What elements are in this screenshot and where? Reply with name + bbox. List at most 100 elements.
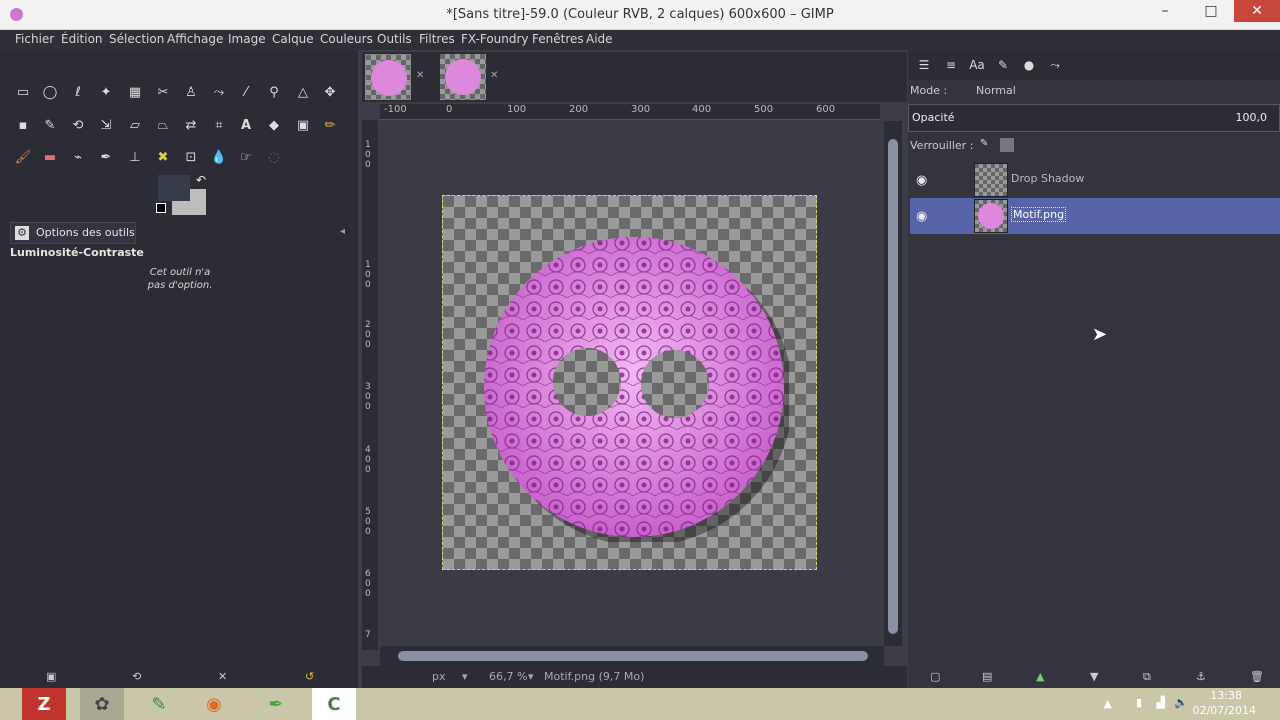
ink-icon[interactable]: ✒ bbox=[95, 146, 117, 168]
menu-outils[interactable]: Outils bbox=[377, 32, 412, 46]
close-button[interactable]: ✕ bbox=[1234, 0, 1280, 22]
shear-icon[interactable]: ▱ bbox=[124, 114, 146, 136]
fuzzy-select-icon[interactable]: ✦ bbox=[95, 81, 117, 103]
close-tab-1-icon[interactable]: ✕ bbox=[416, 70, 424, 81]
scissors-icon[interactable]: ✂ bbox=[152, 81, 174, 103]
layer-row-motif[interactable]: ◉ Motif.png bbox=[910, 198, 1280, 234]
visibility-eye-icon[interactable]: ◉ bbox=[916, 173, 927, 188]
tray-expand-icon[interactable]: ▲ bbox=[1104, 697, 1112, 710]
delete-options-icon[interactable]: ✕ bbox=[218, 670, 227, 683]
filezilla-icon[interactable]: Z bbox=[22, 688, 66, 720]
zoom-icon[interactable]: ⚲ bbox=[263, 81, 285, 103]
opacity-slider[interactable]: Opacité 100,0 bbox=[908, 104, 1280, 132]
menu-calque[interactable]: Calque bbox=[272, 32, 314, 46]
menu-fx-foundry[interactable]: FX-Foundry bbox=[461, 32, 529, 46]
tab-gradient-icon[interactable]: ● bbox=[1017, 54, 1041, 76]
layer-row-drop-shadow[interactable]: ◉ Drop Shadow bbox=[910, 162, 1280, 198]
menu-affichage[interactable]: Affichage bbox=[167, 32, 223, 46]
move-icon[interactable]: ✥ bbox=[319, 81, 341, 103]
image-canvas[interactable] bbox=[442, 195, 817, 570]
clock-date[interactable]: 02/07/2014 bbox=[1193, 704, 1256, 717]
menu-filtres[interactable]: Filtres bbox=[419, 32, 455, 46]
crop-icon[interactable]: ✎ bbox=[39, 114, 61, 136]
airbrush-icon[interactable]: ⌁ bbox=[67, 146, 89, 168]
scale-icon[interactable]: ⇲ bbox=[95, 114, 117, 136]
eraser-icon[interactable]: ▬ bbox=[39, 146, 61, 168]
delete-layer-icon[interactable]: 🗑 bbox=[1250, 670, 1264, 683]
minimize-button[interactable]: – bbox=[1142, 0, 1188, 22]
duplicate-layer-icon[interactable]: ⧉ bbox=[1143, 670, 1151, 684]
menu-couleurs[interactable]: Couleurs bbox=[320, 32, 373, 46]
color-picker-icon[interactable]: ⁄ bbox=[235, 81, 257, 103]
smudge-icon[interactable]: ☞ bbox=[235, 146, 257, 168]
clock-time[interactable]: 13:38 bbox=[1210, 689, 1242, 702]
perspective-clone-icon[interactable]: ⊡ bbox=[180, 146, 202, 168]
gimp-taskbar-icon[interactable]: ✿ bbox=[80, 688, 124, 720]
horizontal-scrollbar[interactable] bbox=[380, 646, 884, 666]
menu-aide[interactable]: Aide bbox=[586, 32, 613, 46]
fg-bg-color-selector[interactable]: ↶ bbox=[156, 173, 208, 217]
reset-options-icon[interactable]: ↺ bbox=[305, 670, 314, 683]
anchor-layer-icon[interactable]: ⚓ bbox=[1196, 670, 1206, 683]
align-icon[interactable]: ▪ bbox=[12, 114, 34, 136]
flip-icon[interactable]: ⇄ bbox=[180, 114, 202, 136]
tab-fonts-icon[interactable]: Aa bbox=[965, 54, 989, 76]
unit-dropdown-icon[interactable]: ▾ bbox=[462, 670, 468, 683]
network-icon[interactable]: ▟ bbox=[1157, 696, 1165, 709]
lower-layer-icon[interactable]: ▼ bbox=[1090, 670, 1098, 683]
menu-selection[interactable]: Sélection bbox=[109, 32, 164, 46]
panel-menu-icon[interactable]: ◂ bbox=[340, 226, 345, 237]
rect-select-icon[interactable]: ▭ bbox=[12, 81, 34, 103]
vertical-scroll-thumb[interactable] bbox=[888, 139, 898, 634]
foreground-color-swatch[interactable] bbox=[158, 175, 190, 201]
zoom-select[interactable]: 66,7 % bbox=[489, 670, 527, 683]
opacity-value[interactable]: 100,0 bbox=[1236, 111, 1268, 124]
tab-brushes-icon[interactable]: ✎ bbox=[991, 54, 1015, 76]
paintbrush-icon[interactable]: 🖌 bbox=[12, 146, 34, 168]
cage-icon[interactable]: ⌗ bbox=[208, 114, 230, 136]
lock-alpha-icon[interactable] bbox=[1000, 138, 1014, 152]
zoom-dropdown-icon[interactable]: ▾ bbox=[528, 670, 534, 683]
pencil-icon[interactable]: ✏ bbox=[319, 114, 341, 136]
bucket-fill-icon[interactable]: ◆ bbox=[263, 114, 285, 136]
menu-fichier[interactable]: Fichier bbox=[15, 32, 54, 46]
new-layer-group-icon[interactable]: ▤ bbox=[982, 670, 992, 683]
image-tab-2[interactable] bbox=[440, 54, 486, 100]
paths-icon[interactable]: ⤳ bbox=[208, 81, 230, 103]
unit-select[interactable]: px bbox=[432, 670, 446, 683]
stylus-icon[interactable]: ✒ bbox=[254, 688, 298, 720]
firefox-icon[interactable]: ◉ bbox=[192, 688, 236, 720]
raise-layer-icon[interactable]: ▲ bbox=[1036, 670, 1044, 683]
save-options-icon[interactable]: ▣ bbox=[46, 670, 56, 683]
mode-select[interactable]: Normal bbox=[976, 84, 1016, 97]
rotate-icon[interactable]: ⟲ bbox=[67, 114, 89, 136]
menu-image[interactable]: Image bbox=[228, 32, 266, 46]
menu-edition[interactable]: Édition bbox=[61, 32, 103, 46]
new-layer-icon[interactable]: ▢ bbox=[930, 670, 940, 683]
tab-channels-icon[interactable]: ≡ bbox=[939, 54, 963, 76]
foreground-select-icon[interactable]: ♙ bbox=[180, 81, 202, 103]
menu-fenetres[interactable]: Fenêtres bbox=[532, 32, 584, 46]
blend-icon[interactable]: ▣ bbox=[292, 114, 314, 136]
image-tab-1[interactable] bbox=[365, 54, 411, 100]
restore-options-icon[interactable]: ⟲ bbox=[132, 670, 141, 683]
free-select-icon[interactable]: ℓ bbox=[67, 81, 89, 103]
tab-paths-icon[interactable]: ⤳ bbox=[1043, 54, 1067, 76]
swap-colors-icon[interactable]: ↶ bbox=[196, 173, 206, 187]
battery-icon[interactable]: ▮ bbox=[1136, 696, 1142, 709]
perspective-icon[interactable]: ⏢ bbox=[152, 114, 174, 136]
text-tool-icon[interactable]: A bbox=[235, 114, 257, 136]
heal-icon[interactable]: ✖ bbox=[152, 146, 174, 168]
lock-pixels-icon[interactable]: ✎ bbox=[980, 138, 994, 152]
color-select-icon[interactable]: ▦ bbox=[124, 81, 146, 103]
maximize-button[interactable]: □ bbox=[1188, 0, 1234, 22]
ellipse-select-icon[interactable]: ◯ bbox=[39, 81, 61, 103]
horizontal-scroll-thumb[interactable] bbox=[398, 651, 868, 661]
notepad-plus-icon[interactable]: ✎ bbox=[137, 688, 181, 720]
vertical-scrollbar[interactable] bbox=[884, 121, 902, 646]
volume-icon[interactable]: 🔈 bbox=[1174, 696, 1188, 709]
default-colors-icon[interactable] bbox=[156, 203, 166, 213]
tab-layers-icon[interactable]: ☰ bbox=[912, 54, 936, 76]
measure-icon[interactable]: △ bbox=[292, 81, 314, 103]
layer-name[interactable]: Motif.png bbox=[1011, 207, 1067, 222]
